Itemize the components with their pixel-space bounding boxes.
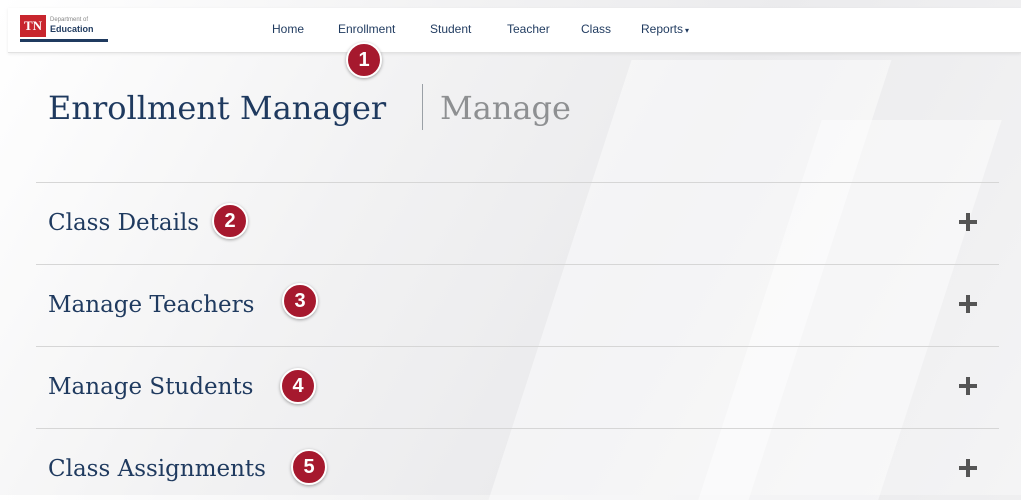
section-class-details[interactable]: Class Details 2 <box>36 183 999 263</box>
nav-teacher[interactable]: Teacher <box>507 22 550 36</box>
plus-icon[interactable] <box>959 459 977 477</box>
plus-icon[interactable] <box>959 295 977 313</box>
logo-education-text: Education <box>50 24 94 34</box>
logo-underline <box>20 39 108 42</box>
nav-class[interactable]: Class <box>581 22 611 36</box>
nav-reports[interactable]: Reports ▾ <box>641 22 689 36</box>
section-manage-teachers[interactable]: Manage Teachers 3 <box>36 265 999 345</box>
logo-tn-mark: TN <box>20 15 46 37</box>
callout-badge-5: 5 <box>291 449 327 485</box>
logo-department-text: Department of <box>50 17 89 23</box>
nav-student[interactable]: Student <box>430 22 471 36</box>
section-title: Class Assignments <box>48 456 266 482</box>
section-class-assignments[interactable]: Class Assignments 5 <box>36 429 999 495</box>
section-title: Class Details <box>48 210 200 236</box>
section-title: Manage Teachers <box>48 292 255 318</box>
section-title: Manage Students <box>48 374 254 400</box>
nav-reports-label: Reports <box>641 22 684 36</box>
plus-icon[interactable] <box>959 377 977 395</box>
nav-enrollment[interactable]: Enrollment <box>338 22 395 36</box>
title-divider <box>422 84 423 130</box>
page-title: Enrollment Manager <box>48 89 387 127</box>
callout-badge-1: 1 <box>346 42 382 78</box>
caret-down-icon: ▾ <box>685 26 690 35</box>
plus-icon[interactable] <box>959 213 977 231</box>
top-navigation-bar: TN Department of Education Home Enrollme… <box>8 8 1021 53</box>
callout-badge-3: 3 <box>282 283 318 319</box>
callout-badge-4: 4 <box>280 368 316 404</box>
tn-education-logo[interactable]: TN Department of Education <box>20 15 110 43</box>
callout-badge-2: 2 <box>212 203 248 239</box>
section-manage-students[interactable]: Manage Students 4 <box>36 347 999 427</box>
page-subtitle: Manage <box>440 89 571 127</box>
nav-home[interactable]: Home <box>272 22 304 36</box>
